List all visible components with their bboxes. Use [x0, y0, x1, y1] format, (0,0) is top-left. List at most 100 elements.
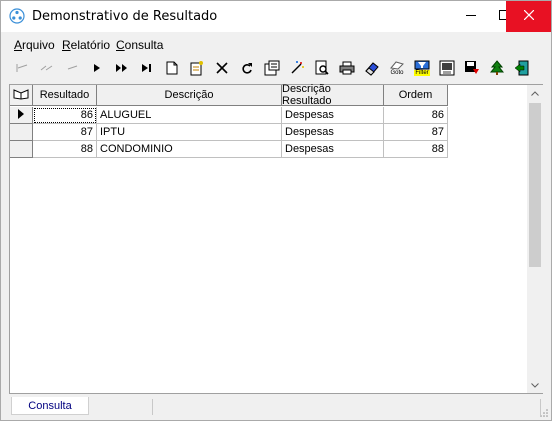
preview-icon	[314, 60, 330, 76]
data-grid[interactable]: Resultado Descrição Descrição Resultado …	[9, 83, 543, 394]
cell-resultado[interactable]: 86	[33, 107, 97, 124]
menu-label-rest: onsulta	[124, 38, 164, 52]
properties-button[interactable]	[262, 58, 282, 78]
last-record-icon	[140, 63, 154, 73]
last-record-button[interactable]	[137, 58, 157, 78]
cell-descricao-resultado[interactable]: Despesas	[282, 141, 384, 158]
menu-label-rest: elatório	[70, 38, 111, 52]
save-export-icon	[464, 60, 480, 76]
goto-button[interactable]: Goto	[387, 58, 407, 78]
column-header-resultado[interactable]: Resultado	[33, 85, 97, 106]
menu-accelerator: C	[116, 38, 125, 52]
prior-record-button[interactable]	[62, 58, 82, 78]
table-row[interactable]: 88 CONDOMINIO Despesas 88	[10, 141, 448, 158]
toolbar: Goto Filter	[1, 56, 551, 80]
status-bar: Consulta	[1, 397, 551, 420]
filter-button[interactable]: Filter	[412, 58, 432, 78]
refresh-button[interactable]	[237, 58, 257, 78]
chevron-down-icon	[531, 379, 539, 391]
row-indicator[interactable]	[10, 107, 33, 124]
column-header-ordem[interactable]: Ordem	[384, 85, 448, 106]
vertical-scrollbar[interactable]	[527, 85, 543, 393]
eraser-button[interactable]	[362, 58, 382, 78]
next-page-button[interactable]	[112, 58, 132, 78]
app-icon[interactable]	[9, 8, 25, 24]
column-header-descricao[interactable]: Descrição	[97, 85, 282, 106]
status-tab-consulta[interactable]: Consulta	[11, 397, 89, 415]
status-divider	[152, 399, 153, 415]
first-record-button[interactable]	[12, 58, 32, 78]
cell-descricao[interactable]: IPTU	[97, 124, 282, 141]
close-icon	[523, 9, 534, 23]
menu-label-rest: rquivo	[22, 38, 55, 52]
table-row[interactable]: 87 IPTU Despesas 87	[10, 124, 448, 141]
menu-accelerator: R	[62, 38, 71, 52]
first-record-icon	[15, 63, 29, 73]
goto-icon	[389, 60, 405, 70]
eraser-icon	[364, 60, 380, 76]
filter-caption: Filter	[414, 70, 430, 76]
title-bar[interactable]: Demonstrativo de Resultado	[1, 1, 551, 32]
close-button[interactable]	[506, 1, 551, 32]
prior-page-icon	[40, 63, 54, 73]
refresh-icon	[241, 62, 253, 74]
new-record-icon	[166, 61, 178, 75]
cell-ordem[interactable]: 88	[384, 141, 448, 158]
grid-corner-button[interactable]	[10, 85, 33, 106]
cell-descricao[interactable]: ALUGUEL	[97, 107, 282, 124]
next-record-icon	[92, 63, 102, 73]
new-record-button[interactable]	[162, 58, 182, 78]
main-window: Demonstrativo de Resultado Arquivo Relat…	[0, 0, 552, 421]
magic-wand-button[interactable]	[287, 58, 307, 78]
edit-record-button[interactable]	[187, 58, 207, 78]
cell-resultado[interactable]: 88	[33, 141, 97, 158]
cell-resultado[interactable]: 87	[33, 124, 97, 141]
menu-arquivo[interactable]: Arquivo	[14, 38, 55, 52]
print-icon	[339, 61, 355, 75]
menu-consulta[interactable]: Consulta	[116, 38, 163, 52]
prior-page-button[interactable]	[37, 58, 57, 78]
delete-record-button[interactable]	[212, 58, 232, 78]
next-record-button[interactable]	[87, 58, 107, 78]
menu-relatorio[interactable]: Relatório	[62, 38, 110, 52]
export-icon	[439, 60, 455, 76]
book-icon	[13, 88, 29, 103]
grid-header: Resultado Descrição Descrição Resultado …	[10, 83, 448, 107]
goto-caption: Goto	[390, 70, 404, 76]
current-row-icon	[18, 108, 24, 122]
cell-ordem[interactable]: 86	[384, 107, 448, 124]
chevron-up-icon	[531, 87, 539, 99]
properties-icon	[264, 60, 280, 76]
minimize-button[interactable]	[455, 1, 487, 32]
scrollbar-thumb[interactable]	[529, 103, 541, 267]
exit-button[interactable]	[512, 58, 532, 78]
filter-icon	[414, 60, 430, 70]
resize-grip-icon[interactable]	[539, 408, 549, 418]
row-indicator[interactable]	[10, 124, 33, 141]
cell-descricao-resultado[interactable]: Despesas	[282, 107, 384, 124]
scroll-up-button[interactable]	[527, 85, 543, 101]
tree-button[interactable]	[487, 58, 507, 78]
cell-descricao-resultado[interactable]: Despesas	[282, 124, 384, 141]
export-button[interactable]	[437, 58, 457, 78]
preview-button[interactable]	[312, 58, 332, 78]
scroll-down-button[interactable]	[527, 377, 543, 393]
column-header-descricao-resultado[interactable]: Descrição Resultado	[282, 83, 384, 107]
table-row[interactable]: 86 ALUGUEL Despesas 86	[10, 107, 448, 124]
cell-descricao[interactable]: CONDOMINIO	[97, 141, 282, 158]
prior-record-icon	[65, 63, 79, 73]
cell-ordem[interactable]: 87	[384, 124, 448, 141]
window-title: Demonstrativo de Resultado	[32, 9, 218, 24]
delete-record-icon	[216, 62, 228, 74]
menu-bar: Arquivo Relatório Consulta	[1, 36, 551, 54]
print-button[interactable]	[337, 58, 357, 78]
edit-record-icon	[189, 60, 205, 76]
save-export-button[interactable]	[462, 58, 482, 78]
row-indicator[interactable]	[10, 141, 33, 158]
menu-accelerator: A	[14, 38, 23, 52]
minimize-icon	[466, 10, 476, 23]
exit-icon	[514, 60, 530, 76]
tree-icon	[490, 60, 504, 76]
magic-wand-icon	[289, 60, 305, 76]
next-page-icon	[115, 63, 129, 73]
